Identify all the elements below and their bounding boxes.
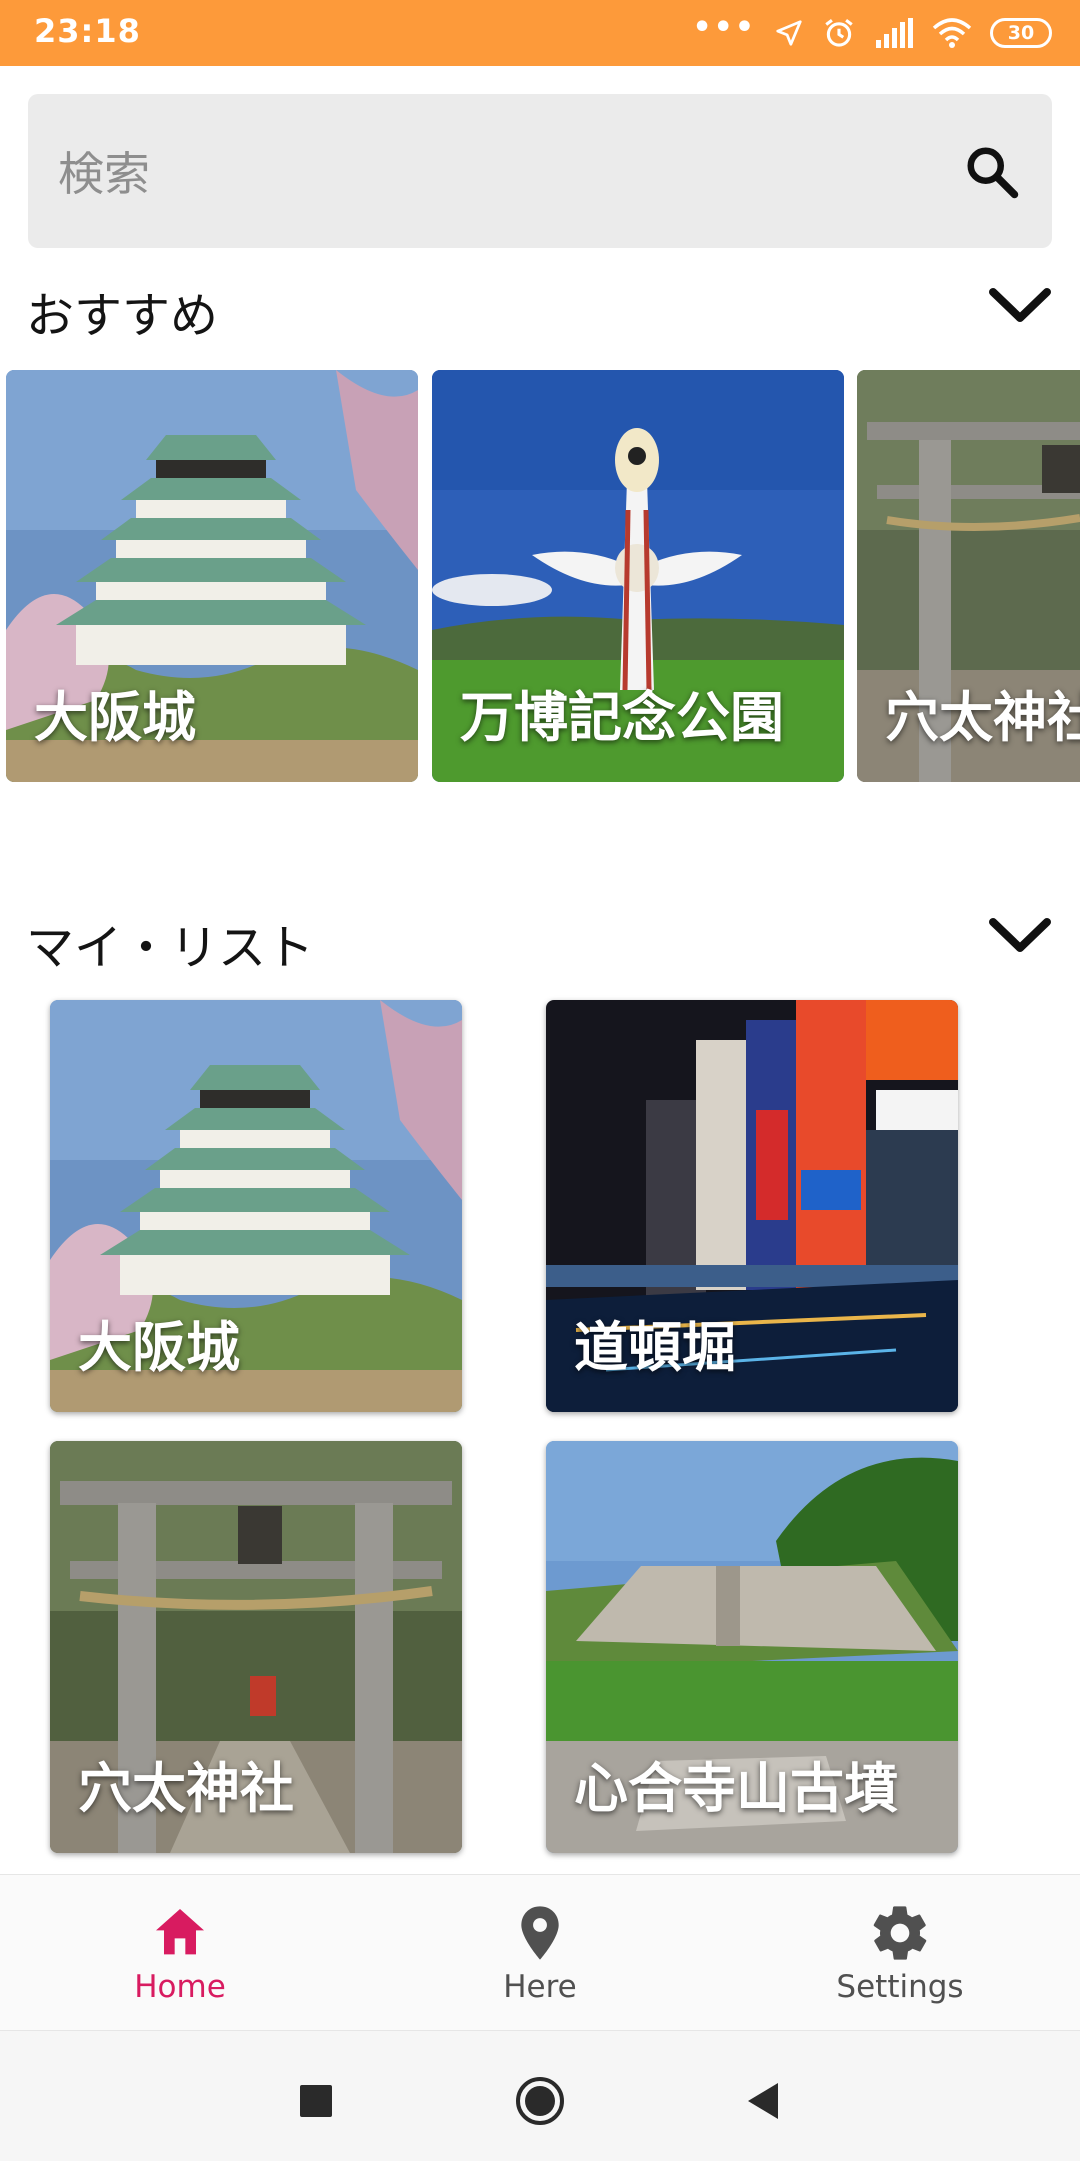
chevron-down-icon[interactable] [985,280,1055,330]
search-bar[interactable]: 検索 [28,94,1052,248]
card-label: 心合寺山古墳 [574,1757,898,1820]
home-circle-icon[interactable] [510,2071,570,2131]
card-label: 道頓堀 [574,1316,736,1379]
wifi-icon [932,18,972,48]
alarm-icon [825,19,853,47]
nav-home-label: Home [134,1969,226,2005]
search-placeholder: 検索 [58,147,150,201]
gear-icon [873,1906,927,1960]
recommended-title: おすすめ [26,288,219,344]
battery-icon: 30 [990,18,1052,48]
location-pin-icon [521,1906,559,1960]
card-label: 大阪城 [78,1316,240,1379]
status-bar: 23:18 ••• 30 [0,0,1080,66]
my-list-card-shionjiyama-kofun[interactable]: 心合寺山古墳 [546,1441,958,1853]
signal-icon [876,18,913,48]
my-list-title: マイ・リスト [26,920,315,976]
nav-here[interactable]: Here [360,1875,720,2031]
card-label: 穴太神社 [885,686,1080,749]
recent-apps-icon[interactable] [286,2071,346,2131]
location-arrow-icon [776,20,802,46]
card-label: 万博記念公園 [460,686,784,749]
chevron-down-icon[interactable] [985,910,1055,960]
nav-home[interactable]: Home [0,1875,360,2031]
nav-settings-label: Settings [836,1969,964,2005]
nav-here-label: Here [503,1969,577,2005]
search-icon[interactable] [962,142,1022,202]
recommended-card-osaka-castle[interactable]: 大阪城 [6,370,418,782]
nav-settings[interactable]: Settings [720,1875,1080,2031]
my-list-card-osaka-castle[interactable]: 大阪城 [50,1000,462,1412]
status-icons: ••• 30 [692,10,1052,56]
recommended-card-anoo-shrine[interactable]: 穴太神社 [857,370,1080,782]
home-icon [156,1909,204,1955]
battery-level: 30 [1007,22,1035,44]
status-time: 23:18 [34,12,141,50]
card-label: 穴太神社 [78,1757,294,1820]
my-list-card-anoo-shrine[interactable]: 穴太神社 [50,1441,462,1853]
card-label: 大阪城 [34,686,196,749]
recommended-card-expo-park[interactable]: 万博記念公園 [432,370,844,782]
system-navigation-bar [0,2030,1080,2161]
bottom-navigation: Home Here Settings [0,1874,1080,2031]
back-triangle-icon[interactable] [734,2071,794,2131]
more-dots-icon: ••• [692,9,756,45]
my-list-card-dotonbori[interactable]: 道頓堀 [546,1000,958,1412]
